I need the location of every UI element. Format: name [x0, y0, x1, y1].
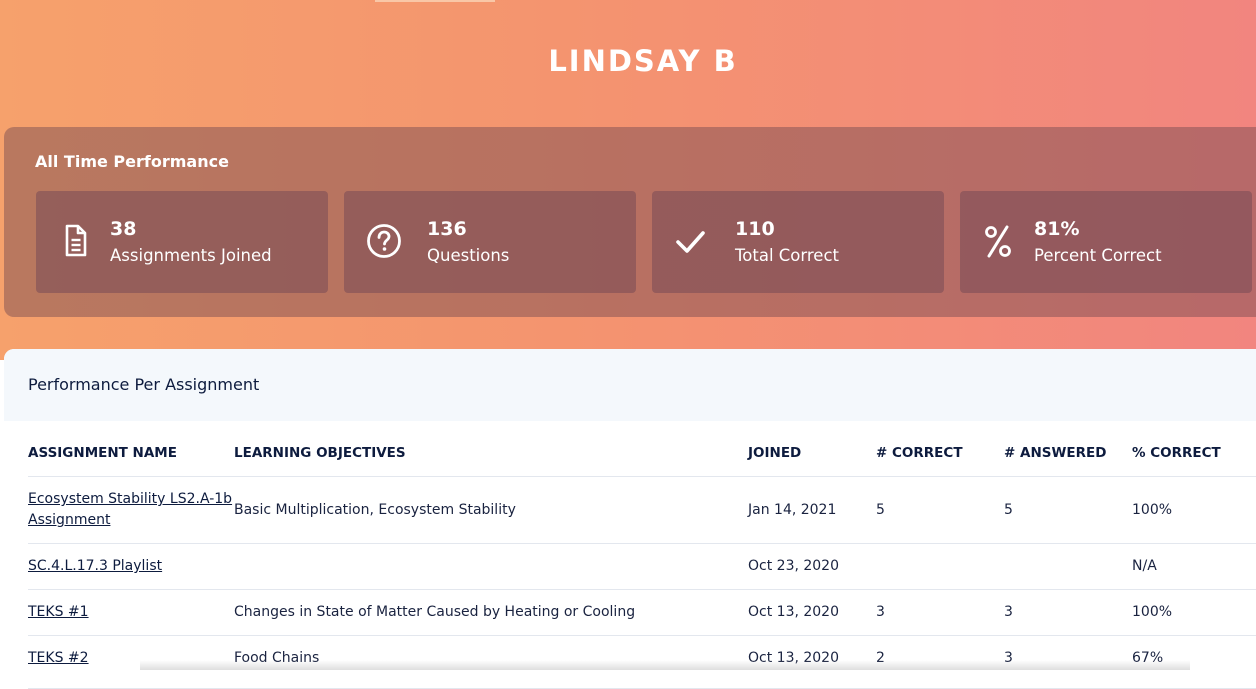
learning-objectives-cell: Changes in State of Matter Caused by Hea… [234, 589, 748, 636]
correct-cell: 5 [876, 476, 1004, 544]
stat-value: 81% [1034, 218, 1080, 240]
all-time-performance-title: All Time Performance [35, 152, 229, 171]
assignment-name-cell: TEKS #1 [28, 589, 234, 636]
column-header-joined[interactable]: JOINED [748, 445, 876, 477]
assignment-name-cell: SC.4.L.17.3 Playlist [28, 543, 234, 590]
question-circle-icon [362, 221, 402, 261]
column-header-correct[interactable]: # CORRECT [876, 445, 1004, 477]
column-header-assignment-name[interactable]: ASSIGNMENT NAME [28, 445, 234, 477]
answered-cell: 5 [1004, 476, 1132, 544]
stat-card-total-correct: 110 Total Correct [652, 191, 944, 293]
student-name: LINDSAY B [548, 44, 738, 78]
correct-cell [876, 543, 1004, 590]
stat-value: 136 [427, 218, 467, 240]
assignment-link[interactable]: TEKS #2 [28, 650, 89, 666]
table-header-row: ASSIGNMENT NAME LEARNING OBJECTIVES JOIN… [28, 445, 1256, 477]
joined-cell: Oct 23, 2020 [748, 543, 876, 590]
table-row: TEKS #1 Changes in State of Matter Cause… [28, 589, 1256, 636]
table-row: SC.4.L.17.3 Playlist Oct 23, 2020 N/A [28, 543, 1256, 590]
assignment-name-cell: Ecosystem Stability LS2.A-1b Assignment [28, 476, 234, 544]
joined-cell: Jan 14, 2021 [748, 476, 876, 544]
learning-objectives-cell: Basic Multiplication, Ecosystem Stabilit… [234, 476, 748, 544]
performance-per-assignment-section: Performance Per Assignment ASSIGNMENT NA… [4, 349, 1256, 689]
stat-label: Total Correct [735, 246, 840, 265]
section-title: Performance Per Assignment [28, 375, 260, 394]
column-header-learning-objectives[interactable]: LEARNING OBJECTIVES [234, 445, 748, 477]
stat-label: Percent Correct [1034, 246, 1162, 265]
percent-correct-cell: N/A [1132, 543, 1256, 590]
stat-card-percent-correct: 81% Percent Correct [960, 191, 1252, 293]
percent-correct-cell: 100% [1132, 476, 1256, 544]
assignment-link[interactable]: Ecosystem Stability LS2.A-1b Assignment [28, 491, 232, 528]
document-icon [54, 221, 94, 261]
table-row: Ecosystem Stability LS2.A-1b Assignment … [28, 476, 1256, 544]
percent-correct-cell: 100% [1132, 589, 1256, 636]
top-tab-indicator [375, 0, 495, 2]
column-header-percent-correct[interactable]: % CORRECT [1132, 445, 1256, 477]
correct-cell: 3 [876, 589, 1004, 636]
all-time-performance-panel: All Time Performance 38 Assignments Join… [4, 127, 1256, 317]
student-header: LINDSAY B All Time Performance 38 Assign… [0, 0, 1256, 360]
assignment-table: ASSIGNMENT NAME LEARNING OBJECTIVES JOIN… [28, 445, 1256, 689]
learning-objectives-cell [234, 543, 748, 590]
stat-card-assignments: 38 Assignments Joined [36, 191, 328, 293]
stat-value: 110 [735, 218, 775, 240]
stat-value: 38 [110, 218, 137, 240]
stat-label: Questions [427, 246, 510, 265]
assignment-link[interactable]: TEKS #1 [28, 604, 89, 620]
answered-cell: 3 [1004, 589, 1132, 636]
section-header: Performance Per Assignment [4, 349, 1256, 421]
scroll-fade-overlay [140, 660, 1190, 670]
percent-icon [978, 221, 1018, 261]
joined-cell: Oct 13, 2020 [748, 589, 876, 636]
stat-label: Assignments Joined [110, 246, 272, 265]
checkmark-icon [670, 221, 710, 261]
column-header-answered[interactable]: # ANSWERED [1004, 445, 1132, 477]
answered-cell [1004, 543, 1132, 590]
assignment-link[interactable]: SC.4.L.17.3 Playlist [28, 558, 162, 574]
stat-card-questions: 136 Questions [344, 191, 636, 293]
